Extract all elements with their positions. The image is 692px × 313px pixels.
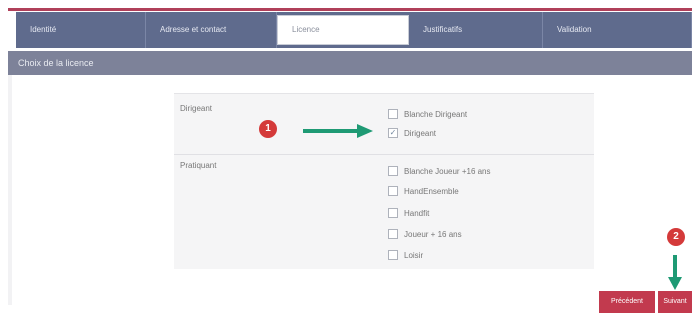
group-label: Pratiquant [180, 161, 217, 170]
option-label: Joueur + 16 ans [404, 229, 462, 239]
checkbox[interactable] [388, 250, 398, 260]
group-label: Dirigeant [180, 104, 213, 113]
step-badge-2: 2 [667, 228, 685, 246]
option-label: HandEnsemble [404, 186, 459, 196]
section-title: Choix de la licence [18, 58, 94, 68]
option-label: Handfit [404, 208, 430, 218]
tab-licence[interactable]: Licence [277, 15, 409, 45]
arrow-right-icon [303, 124, 373, 138]
checkbox[interactable] [388, 109, 398, 119]
tab-validation[interactable]: Validation [543, 12, 692, 48]
option-dirigeant[interactable]: ✓ Dirigeant [388, 127, 436, 139]
group-dirigeant: Dirigeant Blanche Dirigeant ✓ Dirigeant [174, 94, 594, 154]
step-badge-1: 1 [259, 120, 277, 138]
tab-adresse-contact[interactable]: Adresse et contact [146, 12, 277, 48]
group-pratiquant: Pratiquant Blanche Joueur +16 ans HandEn… [174, 155, 594, 270]
option-label: Blanche Dirigeant [404, 109, 468, 119]
licence-panel: Dirigeant Blanche Dirigeant ✓ Dirigeant … [174, 93, 594, 269]
tab-justificatifs[interactable]: Justificatifs [409, 12, 543, 48]
option-loisir[interactable]: Loisir [388, 249, 423, 261]
tab-bar: Identité Adresse et contact Licence Just… [16, 12, 692, 48]
next-button[interactable]: Suivant [658, 291, 692, 313]
checkbox[interactable] [388, 186, 398, 196]
section-header: Choix de la licence [8, 51, 692, 75]
checkbox[interactable] [388, 229, 398, 239]
checkbox[interactable] [388, 208, 398, 218]
checkbox[interactable] [388, 166, 398, 176]
option-joueur-16[interactable]: Joueur + 16 ans [388, 228, 462, 240]
option-blanche-dirigeant[interactable]: Blanche Dirigeant [388, 108, 467, 120]
previous-button[interactable]: Précédent [599, 291, 655, 313]
checkmark-icon: ✓ [389, 128, 397, 137]
option-blanche-joueur[interactable]: Blanche Joueur +16 ans [388, 165, 491, 177]
option-label: Dirigeant [404, 128, 437, 138]
option-handfit[interactable]: Handfit [388, 207, 429, 219]
left-edge [8, 75, 12, 305]
tab-identite[interactable]: Identité [16, 12, 146, 48]
arrow-down-icon [668, 255, 682, 290]
checkbox-checked[interactable]: ✓ [388, 128, 398, 138]
option-label: Loisir [404, 250, 424, 260]
option-handensemble[interactable]: HandEnsemble [388, 185, 459, 197]
option-label: Blanche Joueur +16 ans [404, 166, 491, 176]
accent-line [8, 8, 692, 11]
